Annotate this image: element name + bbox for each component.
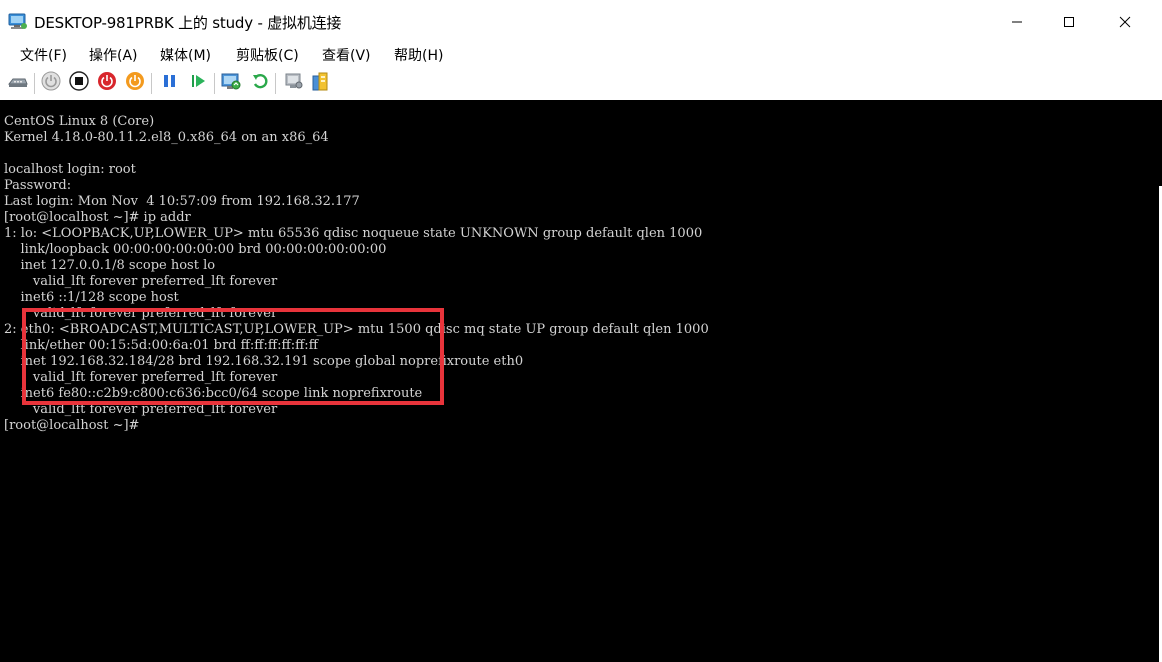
- close-button[interactable]: [1096, 0, 1154, 44]
- console-line: CentOS Linux 8 (Core): [4, 114, 155, 129]
- console-line: 2: eth0: <BROADCAST,MULTICAST,UP,LOWER_U…: [4, 322, 709, 337]
- console-line: valid_lft forever preferred_lft forever: [4, 402, 278, 417]
- integration-icon: [310, 70, 330, 96]
- checkpoint-icon: [220, 70, 242, 96]
- menu-view[interactable]: 查看(V): [322, 45, 371, 65]
- play-button[interactable]: [187, 72, 209, 94]
- console-line: localhost login: root: [4, 162, 136, 177]
- console-line: inet 127.0.0.1/8 scope host lo: [4, 258, 216, 273]
- minimize-button[interactable]: [988, 0, 1046, 44]
- menu-bar: 文件(F) 操作(A) 媒体(M) 剪贴板(C) 查看(V) 帮助(H): [0, 44, 1162, 66]
- maximize-icon: [1063, 13, 1075, 32]
- settings-button[interactable]: [283, 72, 305, 94]
- console-line: [root@localhost ~]# ip addr: [4, 210, 191, 225]
- menu-help[interactable]: 帮助(H): [394, 45, 443, 65]
- toolbar-separator: [275, 73, 276, 94]
- revert-icon: [251, 72, 269, 94]
- title-bar: DESKTOP-981PRBK 上的 study - 虚拟机连接: [0, 0, 1162, 44]
- console-output: CentOS Linux 8 (Core) Kernel 4.18.0-80.1…: [4, 114, 709, 434]
- revert-button[interactable]: [249, 72, 271, 94]
- ctrl-alt-del-icon: [7, 74, 28, 93]
- toolbar: [0, 66, 1162, 100]
- console-line: Kernel 4.18.0-80.11.2.el8_0.x86_64 on an…: [4, 130, 329, 145]
- menu-action[interactable]: 操作(A): [89, 45, 138, 65]
- console-line: Password:: [4, 178, 72, 193]
- toolbar-separator: [34, 73, 35, 94]
- vm-console-screen[interactable]: CentOS Linux 8 (Core) Kernel 4.18.0-80.1…: [0, 100, 1162, 662]
- close-icon: [1119, 13, 1131, 32]
- pause-icon: [161, 72, 179, 94]
- console-line: Last login: Mon Nov 4 10:57:09 from 192.…: [4, 194, 360, 209]
- power-button[interactable]: [124, 72, 146, 94]
- play-icon: [189, 72, 207, 94]
- console-line: valid_lft forever preferred_lft forever: [4, 274, 278, 289]
- start-icon: [41, 71, 61, 95]
- console-line: 1: lo: <LOOPBACK,UP,LOWER_UP> mtu 65536 …: [4, 226, 703, 241]
- console-line: inet6 ::1/128 scope host: [4, 290, 179, 305]
- menu-media[interactable]: 媒体(M): [160, 45, 211, 65]
- checkpoint-button[interactable]: [220, 72, 242, 94]
- console-line: link/loopback 00:00:00:00:00:00 brd 00:0…: [4, 242, 387, 257]
- console-line: inet6 fe80::c2b9:c800:c636:bcc0/64 scope…: [4, 386, 423, 401]
- toolbar-separator: [151, 73, 152, 94]
- console-line: inet 192.168.32.184/28 brd 192.168.32.19…: [4, 354, 524, 369]
- vm-monitor-icon: [8, 13, 28, 31]
- power-icon: [125, 71, 145, 95]
- menu-file[interactable]: 文件(F): [20, 45, 67, 65]
- start-button[interactable]: [40, 71, 62, 95]
- turn-off-button[interactable]: [68, 71, 90, 95]
- ctrl-alt-del-button[interactable]: [7, 72, 29, 94]
- console-line: link/ether 00:15:5d:00:6a:01 brd ff:ff:f…: [4, 338, 318, 353]
- pause-button[interactable]: [159, 72, 181, 94]
- shut-down-button[interactable]: [96, 72, 118, 94]
- console-line: [root@localhost ~]#: [4, 418, 140, 433]
- toolbar-separator: [214, 73, 215, 94]
- turn-off-icon: [69, 71, 89, 95]
- minimize-icon: [1011, 13, 1023, 32]
- menu-clipboard[interactable]: 剪贴板(C): [236, 45, 299, 65]
- shut-down-icon: [97, 71, 117, 95]
- window-title: DESKTOP-981PRBK 上的 study - 虚拟机连接: [34, 14, 342, 32]
- console-line: valid_lft forever preferred_lft forever: [4, 306, 278, 321]
- integration-button[interactable]: [309, 72, 331, 94]
- settings-icon: [284, 71, 304, 95]
- console-line: valid_lft forever preferred_lft forever: [4, 370, 278, 385]
- maximize-button[interactable]: [1040, 0, 1098, 44]
